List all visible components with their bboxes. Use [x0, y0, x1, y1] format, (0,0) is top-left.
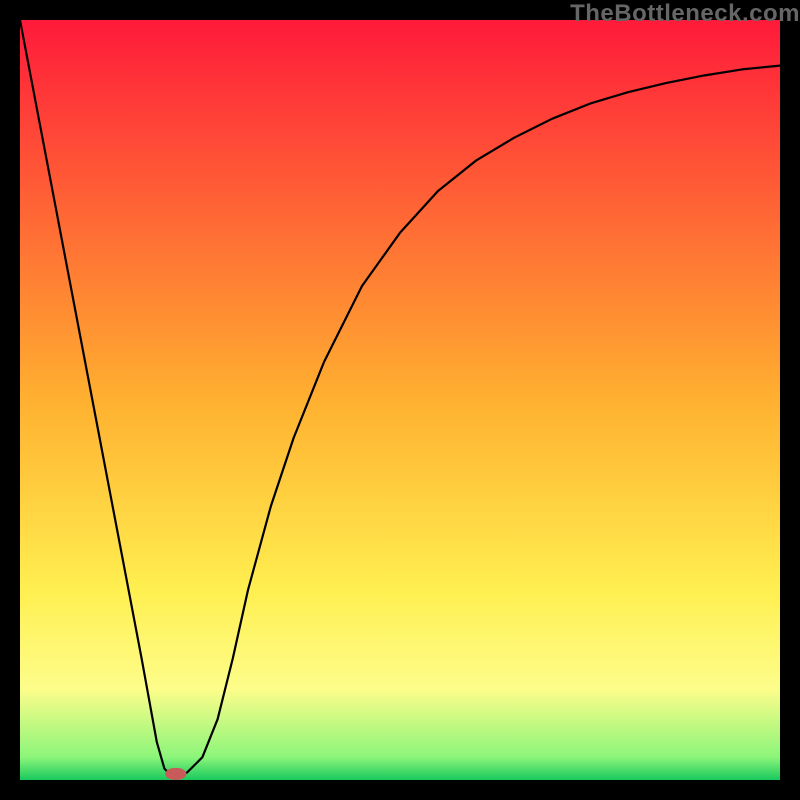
- watermark-text: TheBottleneck.com: [570, 0, 800, 28]
- chart-frame: [20, 20, 780, 780]
- chart-background: [20, 20, 780, 780]
- optimal-point-marker: [165, 768, 186, 780]
- bottleneck-chart: [20, 20, 780, 780]
